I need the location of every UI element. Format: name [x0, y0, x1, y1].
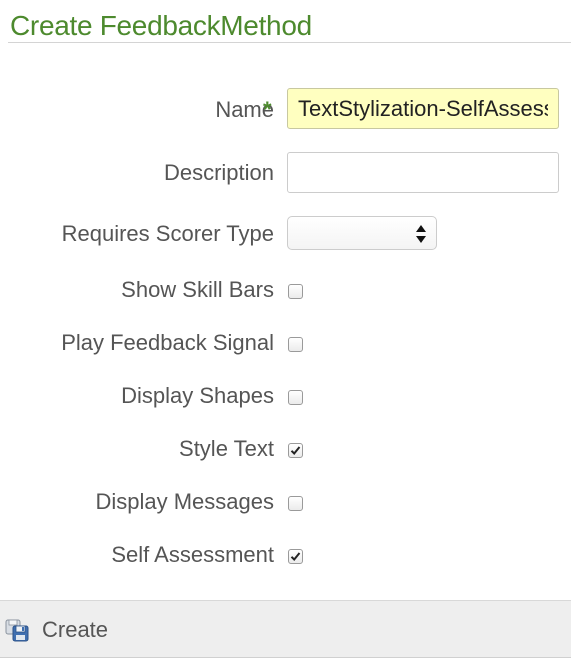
title-divider: [8, 42, 571, 43]
self-assessment-checkbox[interactable]: [288, 549, 303, 564]
display-shapes-label: Display Shapes: [121, 383, 274, 408]
create-button-label: Create: [42, 617, 109, 642]
style-text-label: Style Text: [179, 436, 274, 461]
display-messages-checkbox[interactable]: [288, 496, 303, 511]
checkmark-icon: [290, 552, 301, 561]
name-input[interactable]: [287, 88, 559, 129]
form-footer: Create: [0, 600, 571, 658]
required-marker: *: [263, 97, 272, 122]
display-shapes-checkbox[interactable]: [288, 390, 303, 405]
requires-scorer-type-label: Requires Scorer Type: [61, 221, 274, 246]
description-label: Description: [163, 160, 274, 185]
self-assessment-label: Self Assessment: [111, 542, 274, 567]
save-icon: [5, 619, 29, 642]
style-text-checkbox[interactable]: [288, 443, 303, 458]
play-feedback-signal-checkbox[interactable]: [288, 337, 303, 352]
description-input[interactable]: [287, 152, 559, 193]
page-title: Create FeedbackMethod: [10, 10, 312, 41]
play-feedback-signal-label: Play Feedback Signal: [61, 330, 274, 355]
create-button[interactable]: Create: [4, 613, 108, 647]
display-messages-label: Display Messages: [95, 489, 274, 514]
checkmark-icon: [290, 446, 301, 455]
select-arrows-icon: [416, 225, 426, 243]
show-skill-bars-checkbox[interactable]: [288, 284, 303, 299]
requires-scorer-type-select[interactable]: [287, 216, 437, 250]
show-skill-bars-label: Show Skill Bars: [121, 277, 274, 302]
